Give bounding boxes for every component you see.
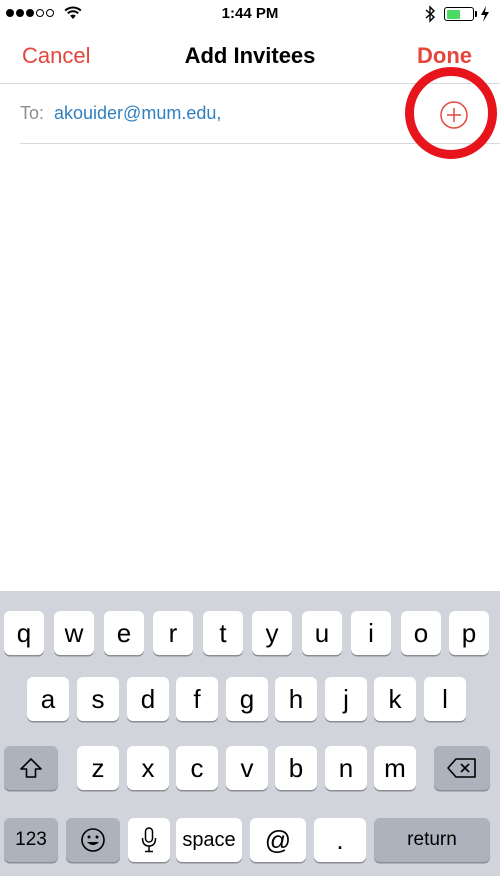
numbers-key[interactable]: 123 (4, 818, 58, 862)
period-key[interactable]: . (314, 818, 366, 862)
delete-key[interactable] (434, 746, 490, 790)
key-u[interactable]: u (302, 611, 342, 655)
keyboard: q w e r t y u i o p a s d f g h j k l z … (0, 591, 500, 876)
key-x[interactable]: x (127, 746, 169, 790)
key-d[interactable]: d (127, 677, 169, 721)
shift-key[interactable] (4, 746, 58, 790)
battery-icon (444, 7, 474, 21)
battery-level (446, 9, 460, 19)
key-t[interactable]: t (203, 611, 243, 655)
key-z[interactable]: z (77, 746, 119, 790)
emoji-key[interactable] (66, 818, 120, 862)
key-k[interactable]: k (374, 677, 416, 721)
to-label: To: (20, 103, 45, 123)
emoji-icon (81, 828, 105, 852)
bluetooth-icon (425, 5, 436, 23)
microphone-icon (141, 827, 157, 853)
key-j[interactable]: j (325, 677, 367, 721)
dictation-key[interactable] (128, 818, 170, 862)
key-v[interactable]: v (226, 746, 268, 790)
key-l[interactable]: l (424, 677, 466, 721)
key-e[interactable]: e (104, 611, 144, 655)
status-bar: 1:44 PM (0, 0, 500, 30)
space-key[interactable]: space (176, 818, 242, 862)
key-f[interactable]: f (176, 677, 218, 721)
invitees-field[interactable]: To: akouider@mum.edu, (20, 67, 500, 159)
key-n[interactable]: n (325, 746, 367, 790)
key-b[interactable]: b (275, 746, 317, 790)
key-g[interactable]: g (226, 677, 268, 721)
key-c[interactable]: c (176, 746, 218, 790)
key-p[interactable]: p (449, 611, 489, 655)
delete-icon (447, 758, 476, 778)
return-key[interactable]: return (374, 818, 490, 862)
charging-bolt-icon (481, 6, 489, 22)
at-key[interactable]: @ (250, 818, 306, 862)
invitee-email[interactable]: akouider@mum.edu, (54, 103, 221, 124)
key-w[interactable]: w (54, 611, 94, 655)
key-h[interactable]: h (275, 677, 317, 721)
battery-nub (475, 11, 477, 17)
key-y[interactable]: y (252, 611, 292, 655)
key-r[interactable]: r (153, 611, 193, 655)
key-m[interactable]: m (374, 746, 416, 790)
key-o[interactable]: o (401, 611, 441, 655)
key-a[interactable]: a (27, 677, 69, 721)
key-s[interactable]: s (77, 677, 119, 721)
key-i[interactable]: i (351, 611, 391, 655)
done-button[interactable]: Done (417, 43, 472, 69)
shift-icon (20, 758, 42, 778)
key-q[interactable]: q (4, 611, 44, 655)
plus-circle-icon[interactable] (439, 100, 469, 130)
